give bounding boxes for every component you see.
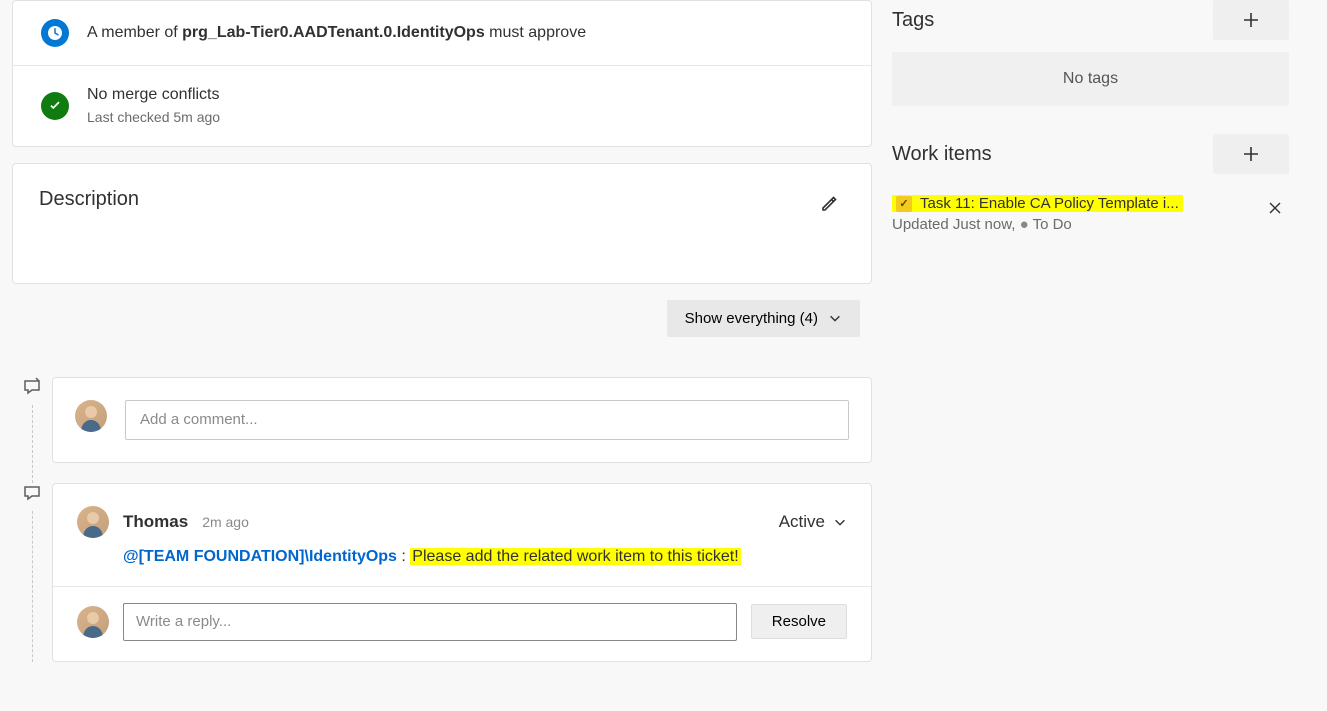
description-card: Description xyxy=(12,163,872,284)
pr-checks-card: A member of prg_Lab-Tier0.AADTenant.0.Id… xyxy=(12,0,872,147)
timeline-gutter xyxy=(12,377,52,483)
comment-marker-icon xyxy=(22,377,42,397)
comment-thread: Thomas 2m ago Active @[TEAM FOUNDATION]\… xyxy=(52,483,872,662)
avatar xyxy=(77,506,109,538)
timeline-gutter xyxy=(12,483,52,662)
workitem-title: Task 11: Enable CA Policy Template i... xyxy=(920,195,1179,212)
avatar xyxy=(77,606,109,638)
remove-workitem-button[interactable] xyxy=(1261,194,1289,225)
pencil-icon xyxy=(819,194,839,214)
workitems-section: Work items Task 11: Enable CA Policy Tem… xyxy=(892,134,1289,241)
chevron-down-icon xyxy=(833,515,847,529)
mention[interactable]: @[TEAM FOUNDATION]\IdentityOps xyxy=(123,548,397,565)
comment-icon xyxy=(22,483,42,503)
plus-icon xyxy=(1241,144,1261,164)
clock-icon xyxy=(41,19,69,47)
comment-author: Thomas xyxy=(123,512,188,532)
merge-check-text: No merge conflicts Last checked 5m ago xyxy=(87,84,220,128)
resolve-button[interactable]: Resolve xyxy=(751,604,847,639)
workitems-heading: Work items xyxy=(892,143,992,166)
add-workitem-button[interactable] xyxy=(1213,134,1289,174)
approval-check-text: A member of prg_Lab-Tier0.AADTenant.0.Id… xyxy=(87,22,586,44)
chevron-down-icon xyxy=(828,311,842,325)
avatar xyxy=(75,400,107,432)
comment-time: 2m ago xyxy=(202,514,249,530)
comment-body: @[TEAM FOUNDATION]\IdentityOps : Please … xyxy=(53,548,871,586)
reply-input[interactable] xyxy=(123,603,737,641)
add-comment-input[interactable] xyxy=(125,400,849,440)
close-icon xyxy=(1267,200,1283,216)
show-everything-button[interactable]: Show everything (4) xyxy=(667,300,860,337)
task-type-icon xyxy=(896,196,912,212)
workitem-meta: Updated Just now, ● To Do xyxy=(892,216,1251,233)
approval-check-row: A member of prg_Lab-Tier0.AADTenant.0.Id… xyxy=(13,1,871,66)
merge-check-row: No merge conflicts Last checked 5m ago xyxy=(13,66,871,146)
tags-heading: Tags xyxy=(892,9,934,32)
no-tags-label: No tags xyxy=(892,52,1289,106)
plus-icon xyxy=(1241,10,1261,30)
add-tag-button[interactable] xyxy=(1213,0,1289,40)
check-icon xyxy=(41,92,69,120)
workitem-row[interactable]: Task 11: Enable CA Policy Template i... … xyxy=(892,186,1289,241)
add-comment-card xyxy=(52,377,872,463)
tags-section: Tags No tags xyxy=(892,0,1289,106)
edit-description-button[interactable] xyxy=(813,188,845,223)
description-heading: Description xyxy=(39,188,139,211)
comment-status-dropdown[interactable]: Active xyxy=(779,512,847,532)
